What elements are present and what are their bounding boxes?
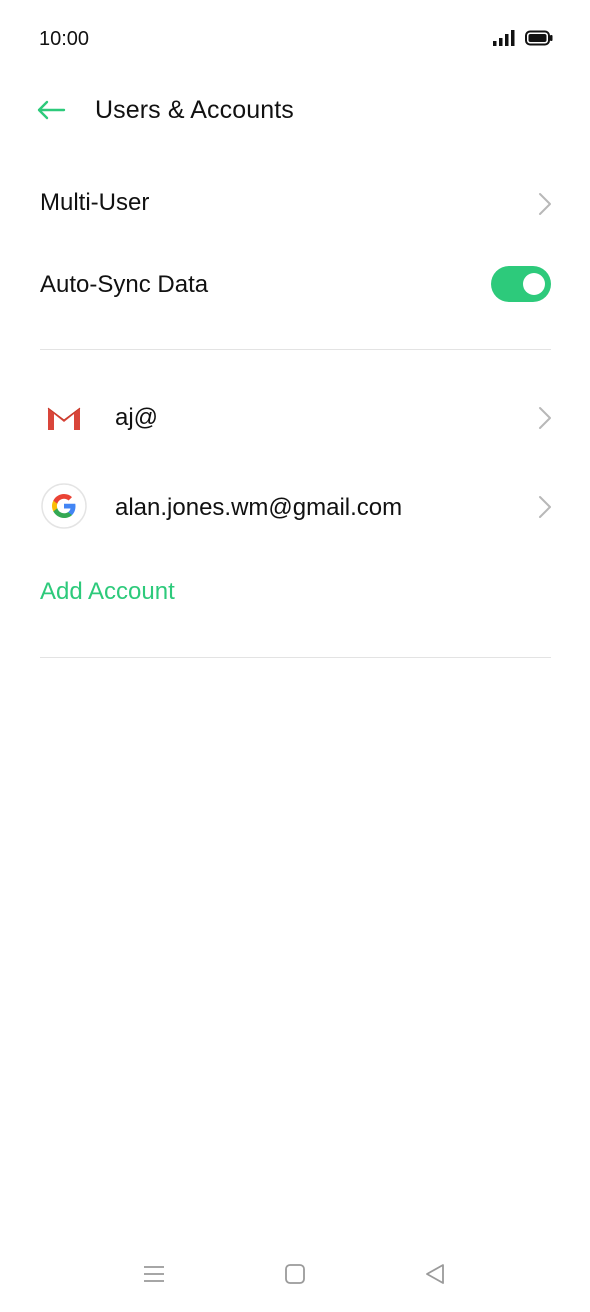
auto-sync-toggle[interactable] — [491, 266, 551, 302]
home-button[interactable] — [280, 1262, 310, 1290]
status-time: 10:00 — [39, 28, 90, 50]
account-label: alan.jones.wm@gmail.com — [115, 494, 403, 521]
chevron-right-icon — [538, 192, 552, 221]
gmail-icon — [40, 394, 88, 442]
multi-user-row[interactable]: Multi-User — [0, 172, 590, 236]
divider — [40, 657, 551, 658]
google-icon — [40, 482, 88, 530]
battery-icon — [525, 30, 553, 51]
navigation-bar — [0, 1250, 590, 1302]
status-bar: 10:00 — [0, 0, 590, 78]
app-header: Users & Accounts — [0, 80, 590, 146]
account-label: aj@ — [115, 404, 159, 431]
back-button[interactable] — [30, 94, 72, 130]
arrow-left-icon — [36, 100, 66, 125]
auto-sync-label: Auto-Sync Data — [40, 271, 209, 298]
back-nav-button[interactable] — [420, 1262, 450, 1290]
add-account-button[interactable]: Add Account — [40, 578, 175, 606]
menu-icon — [142, 1264, 166, 1289]
multi-user-label: Multi-User — [40, 189, 150, 216]
toggle-knob — [523, 273, 545, 295]
home-icon — [284, 1263, 306, 1290]
chevron-right-icon — [538, 495, 552, 524]
account-row-gmail[interactable]: aj@ — [0, 386, 590, 450]
divider — [40, 349, 551, 350]
account-row-google[interactable]: alan.jones.wm@gmail.com — [0, 474, 590, 540]
back-triangle-icon — [424, 1263, 446, 1290]
signal-icon — [493, 30, 515, 51]
page-title: Users & Accounts — [95, 96, 294, 124]
chevron-right-icon — [538, 406, 552, 435]
menu-button[interactable] — [139, 1262, 169, 1290]
